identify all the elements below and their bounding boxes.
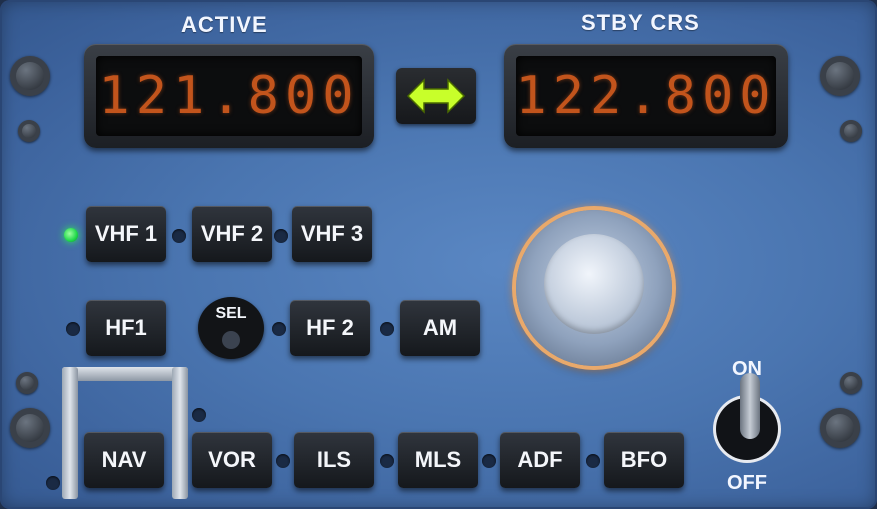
mounting-screw bbox=[16, 372, 38, 394]
am-button[interactable]: AM bbox=[400, 300, 480, 356]
guard-post bbox=[172, 367, 188, 499]
mls-button[interactable]: MLS bbox=[398, 432, 478, 488]
sel-label: SEL bbox=[215, 305, 247, 322]
vhf1-button[interactable]: VHF 1 bbox=[86, 206, 166, 262]
mounting-screw bbox=[10, 56, 50, 96]
power-toggle-switch[interactable] bbox=[740, 373, 760, 439]
transfer-button[interactable] bbox=[396, 68, 476, 124]
mls-indicator-light bbox=[380, 454, 394, 468]
hf1-button[interactable]: HF1 bbox=[86, 300, 166, 356]
sel-indicator: SEL bbox=[198, 297, 264, 359]
mounting-screw bbox=[840, 372, 862, 394]
am-indicator-light bbox=[380, 322, 394, 336]
mounting-screw bbox=[820, 408, 860, 448]
active-frequency-value: 121.800 bbox=[98, 66, 360, 126]
standby-frequency-value: 122.800 bbox=[515, 66, 777, 126]
bfo-button[interactable]: BFO bbox=[604, 432, 684, 488]
mounting-screw bbox=[840, 120, 862, 142]
adf-indicator-light bbox=[482, 454, 496, 468]
swap-arrows-icon bbox=[406, 78, 466, 114]
nav-indicator-light bbox=[46, 476, 60, 490]
ils-button[interactable]: ILS bbox=[294, 432, 374, 488]
standby-frequency-display: 122.800 bbox=[504, 44, 788, 148]
vor-indicator-light bbox=[192, 408, 206, 422]
active-header: ACTIVE bbox=[181, 12, 268, 37]
standby-header: STBY CRS bbox=[581, 10, 700, 35]
hf1-indicator-light bbox=[66, 322, 80, 336]
bfo-indicator-light bbox=[586, 454, 600, 468]
vor-button[interactable]: VOR bbox=[192, 432, 272, 488]
vhf3-indicator-light bbox=[274, 229, 288, 243]
vhf2-button[interactable]: VHF 2 bbox=[192, 206, 272, 262]
hf2-button[interactable]: HF 2 bbox=[290, 300, 370, 356]
vhf1-indicator-light bbox=[64, 228, 78, 242]
radio-management-panel: ACTIVE STBY CRS 121.800 122.800 VHF 1 VH… bbox=[0, 0, 877, 509]
knob-cap bbox=[544, 234, 644, 334]
mounting-screw bbox=[10, 408, 50, 448]
mounting-screw bbox=[820, 56, 860, 96]
active-frequency-display: 121.800 bbox=[84, 44, 374, 148]
hf2-indicator-light bbox=[272, 322, 286, 336]
toggle-off-label: OFF bbox=[727, 472, 767, 494]
guard-post bbox=[62, 367, 78, 499]
sel-light bbox=[222, 331, 240, 349]
vhf3-button[interactable]: VHF 3 bbox=[292, 206, 372, 262]
frequency-tuning-knob[interactable] bbox=[516, 210, 672, 366]
mounting-screw bbox=[18, 120, 40, 142]
vhf2-indicator-light bbox=[172, 229, 186, 243]
adf-button[interactable]: ADF bbox=[500, 432, 580, 488]
nav-guard[interactable] bbox=[62, 367, 188, 499]
ils-indicator-light bbox=[276, 454, 290, 468]
guard-bar bbox=[62, 367, 188, 381]
